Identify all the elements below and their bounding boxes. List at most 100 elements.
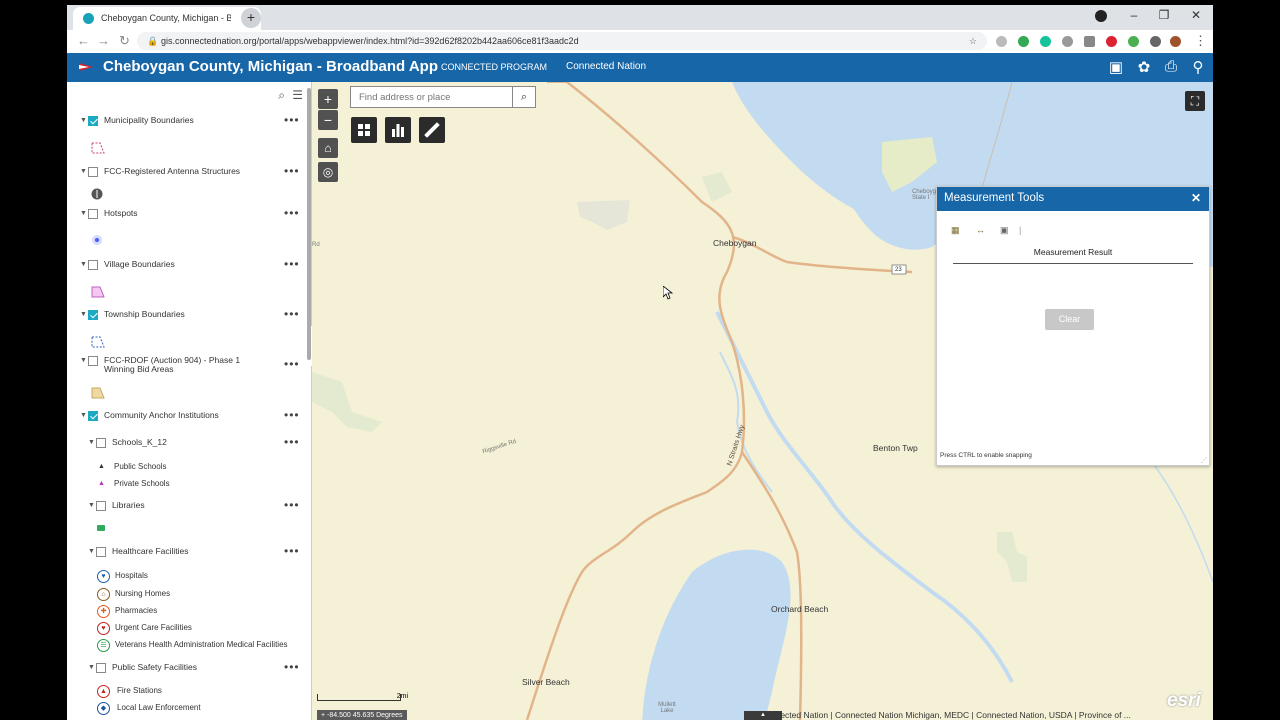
layer-checkbox[interactable] bbox=[88, 260, 98, 270]
public-school-icon: ▲ bbox=[98, 463, 105, 470]
layer-checkbox[interactable] bbox=[88, 116, 98, 126]
township-symbol-icon bbox=[91, 336, 105, 348]
address-bar[interactable]: 🔒 gis.connectednation.org/portal/apps/we… bbox=[137, 32, 987, 50]
layer-checkbox[interactable] bbox=[88, 356, 98, 366]
measurement-close-icon[interactable]: ✕ bbox=[1191, 191, 1201, 205]
layer-options-icon[interactable]: ••• bbox=[284, 408, 300, 422]
forward-icon[interactable]: → bbox=[97, 33, 110, 48]
layer-options-icon[interactable]: ••• bbox=[284, 307, 300, 321]
map-label-mullett: Mullett Lake bbox=[658, 702, 676, 714]
measure-widget-button[interactable] bbox=[419, 117, 445, 143]
location-tool-icon[interactable]: ▣ bbox=[1000, 225, 1012, 235]
window-close-button[interactable]: ✕ bbox=[1187, 8, 1205, 22]
maximize-button[interactable]: ❐ bbox=[1155, 8, 1173, 22]
browser-tab[interactable]: Cheboygan County, Michigan - B ✕ bbox=[73, 7, 261, 30]
grammarly-icon[interactable] bbox=[1040, 36, 1051, 47]
layer-checkbox[interactable] bbox=[96, 501, 106, 511]
expand-caret-icon[interactable]: ▼ bbox=[80, 168, 87, 175]
attribution-toggle-button[interactable]: ▲ bbox=[744, 711, 782, 720]
layer-checkbox[interactable] bbox=[96, 547, 106, 557]
expand-caret-icon[interactable]: ▼ bbox=[80, 311, 87, 318]
expand-caret-icon[interactable]: ▼ bbox=[88, 548, 95, 555]
expand-caret-icon[interactable]: ▼ bbox=[80, 357, 87, 364]
municipality-symbol-icon bbox=[91, 142, 105, 154]
layer-options-icon[interactable]: ••• bbox=[284, 660, 300, 674]
extensions-puzzle-icon[interactable] bbox=[1150, 36, 1161, 47]
panel-scrollbar[interactable] bbox=[307, 88, 311, 360]
layer-options-icon[interactable]: ••• bbox=[284, 164, 300, 178]
drive-icon[interactable] bbox=[1128, 36, 1139, 47]
reload-icon[interactable]: ↻ bbox=[119, 33, 130, 49]
profile-dark-icon[interactable] bbox=[1095, 10, 1107, 22]
distance-tool-icon[interactable]: ↔ bbox=[976, 225, 988, 235]
layer-search-icon[interactable]: ⌕ bbox=[278, 88, 285, 103]
grid-widget-button[interactable] bbox=[351, 117, 377, 143]
nursing-home-icon: ⌂ bbox=[97, 588, 110, 601]
extension-icon[interactable] bbox=[996, 36, 1007, 47]
layer-filter-icon[interactable]: ☰ bbox=[292, 88, 303, 102]
layer-options-icon[interactable]: ••• bbox=[284, 544, 300, 558]
extension-k-icon[interactable] bbox=[1084, 36, 1095, 47]
home-button[interactable]: ⌂ bbox=[318, 138, 338, 158]
expand-caret-icon[interactable]: ▼ bbox=[80, 117, 87, 124]
basemap-gallery-icon[interactable]: ▣ bbox=[1107, 58, 1125, 76]
browser-menu-icon[interactable]: ⋮ bbox=[1194, 33, 1207, 49]
expand-caret-icon[interactable]: ▼ bbox=[80, 412, 87, 419]
expand-caret-icon[interactable]: ▼ bbox=[88, 664, 95, 671]
search-widget[interactable]: ⌕ bbox=[350, 86, 536, 108]
law-enforcement-icon: ◆ bbox=[97, 702, 110, 715]
expand-caret-icon[interactable]: ▼ bbox=[88, 502, 95, 509]
expand-caret-icon[interactable]: ▼ bbox=[80, 261, 87, 268]
map-view[interactable]: Cheboygan Benton Twp Orchard Beach Silve… bbox=[312, 82, 1213, 720]
layer-list-icon[interactable]: ✿ bbox=[1135, 58, 1153, 76]
layer-checkbox[interactable] bbox=[88, 411, 98, 421]
bookmark-star-icon[interactable]: ☆ bbox=[969, 32, 977, 50]
layer-checkbox[interactable] bbox=[88, 167, 98, 177]
extension-gray-icon[interactable] bbox=[1062, 36, 1073, 47]
layer-checkbox[interactable] bbox=[88, 209, 98, 219]
layer-options-icon[interactable]: ••• bbox=[284, 257, 300, 271]
new-tab-button[interactable]: + bbox=[241, 8, 261, 28]
connected-nation-link[interactable]: Connected Nation bbox=[566, 61, 646, 72]
expand-caret-icon[interactable]: ▼ bbox=[88, 439, 95, 446]
fullscreen-button[interactable]: ⛶ bbox=[1185, 91, 1205, 111]
zoom-out-button[interactable]: − bbox=[318, 110, 338, 130]
layer-options-icon[interactable]: ••• bbox=[284, 498, 300, 512]
layer-checkbox[interactable] bbox=[96, 663, 106, 673]
village-symbol-icon bbox=[91, 286, 105, 298]
share-icon[interactable]: ⚲ bbox=[1189, 58, 1207, 76]
layer-label: Community Anchor Institutions bbox=[104, 410, 219, 420]
back-icon[interactable]: ← bbox=[77, 33, 90, 48]
layer-options-icon[interactable]: ••• bbox=[284, 206, 300, 220]
zoom-in-button[interactable]: + bbox=[318, 89, 338, 109]
clear-button[interactable]: Clear bbox=[1045, 309, 1094, 330]
layer-options-icon[interactable]: ••• bbox=[284, 357, 300, 371]
layer-options-icon[interactable]: ••• bbox=[284, 435, 300, 449]
layer-checkbox[interactable] bbox=[88, 310, 98, 320]
expand-caret-icon[interactable]: ▼ bbox=[80, 210, 87, 217]
measurement-header: Measurement Tools ✕ bbox=[937, 187, 1209, 211]
resize-handle-icon[interactable]: ⋰ bbox=[1201, 457, 1207, 464]
browser-toolbar: ← → ↻ 🔒 gis.connectednation.org/portal/a… bbox=[67, 30, 1213, 54]
mouse-cursor-icon bbox=[663, 286, 673, 300]
layer-options-icon[interactable]: ••• bbox=[284, 113, 300, 127]
measurement-title: Measurement Tools bbox=[944, 192, 1045, 204]
layer-checkbox[interactable] bbox=[96, 438, 106, 448]
locate-button[interactable]: ◎ bbox=[318, 162, 338, 182]
app-header: Cheboygan County, Michigan - Broadband A… bbox=[67, 53, 1213, 82]
minimize-button[interactable]: – bbox=[1125, 8, 1143, 22]
extension-green-icon[interactable] bbox=[1018, 36, 1029, 47]
browser-titlebar: Cheboygan County, Michigan - B ✕ + – ❐ ✕ bbox=[67, 5, 1213, 30]
search-input[interactable] bbox=[351, 87, 519, 107]
area-tool-icon[interactable]: ▦ bbox=[951, 225, 963, 235]
print-icon[interactable]: ⎙ bbox=[1162, 58, 1180, 76]
chart-widget-button[interactable] bbox=[385, 117, 411, 143]
coordinate-readout: + -84.500 45.635 Degrees bbox=[317, 710, 407, 720]
layer-label: Schools_K_12 bbox=[112, 437, 167, 447]
avatar[interactable] bbox=[1170, 36, 1181, 47]
connected-program-link[interactable]: CONNECTED PROGRAM bbox=[441, 62, 547, 72]
ruler-icon bbox=[424, 122, 440, 138]
veterans-health-icon: ☰ bbox=[97, 639, 110, 652]
search-icon[interactable]: ⌕ bbox=[512, 87, 535, 107]
extension-red-icon[interactable] bbox=[1106, 36, 1117, 47]
